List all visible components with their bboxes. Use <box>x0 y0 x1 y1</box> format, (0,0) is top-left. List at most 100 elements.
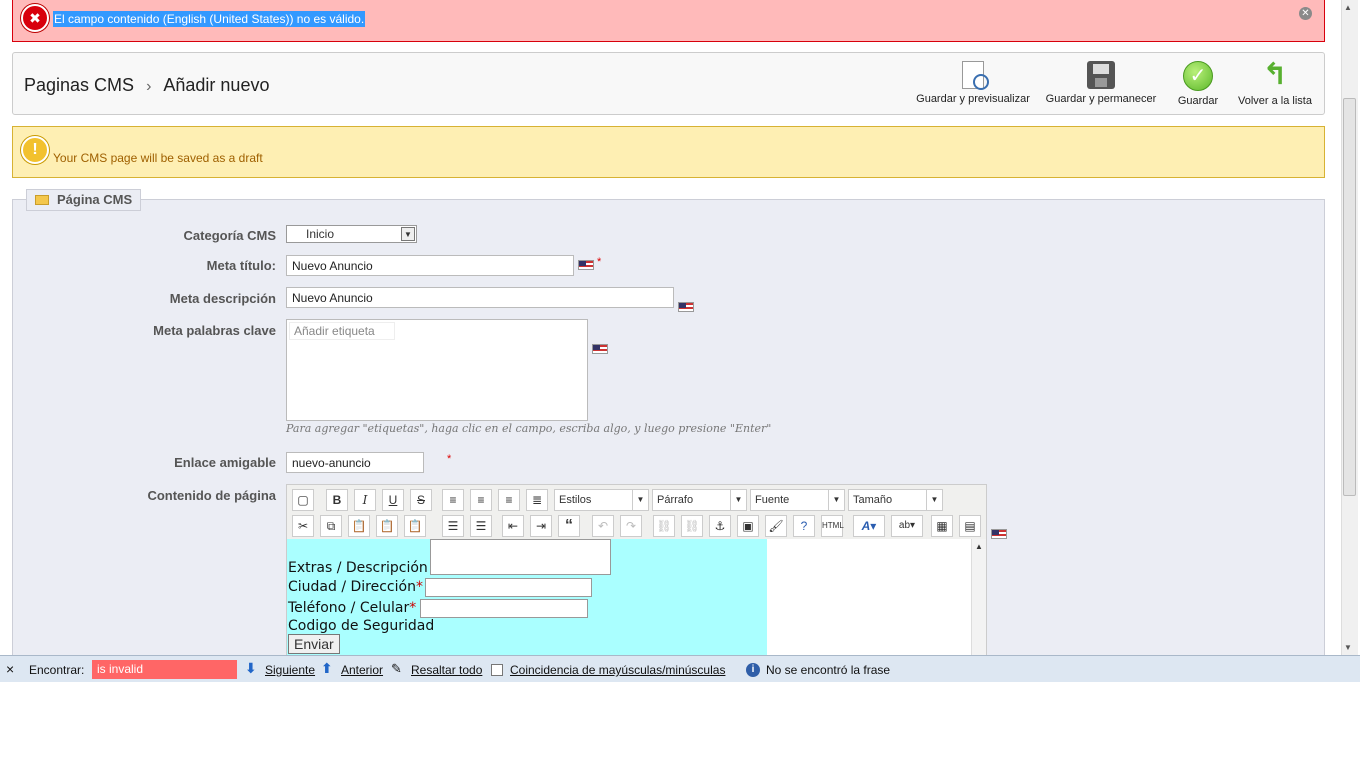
size-select[interactable]: Tamaño ▼ <box>848 489 943 511</box>
chevron-down-icon[interactable]: ▼ <box>1344 643 1352 652</box>
meta-keywords-label: Meta palabras clave <box>153 323 276 338</box>
page-scrollbar-thumb[interactable] <box>1343 98 1356 496</box>
undo-icon[interactable]: ↶ <box>592 515 614 537</box>
chevron-up-icon[interactable]: ▲ <box>1344 3 1352 12</box>
us-flag-icon[interactable] <box>991 529 1007 539</box>
category-select[interactable]: Inicio ▼ <box>286 225 417 243</box>
save-preview-label: Guardar y previsualizar <box>916 93 1030 105</box>
cleanup-icon[interactable]: 🖌 <box>765 515 787 537</box>
align-left-icon[interactable]: ≡ <box>442 489 464 511</box>
find-input[interactable]: is invalid <box>92 660 237 679</box>
align-justify-icon[interactable]: ≣ <box>526 489 548 511</box>
blockquote-icon[interactable]: “ <box>558 515 580 537</box>
strikethrough-icon[interactable]: S <box>410 489 432 511</box>
meta-description-input[interactable]: Nuevo Anuncio <box>286 287 674 308</box>
chevron-right-icon: › <box>146 78 152 95</box>
error-bar: ✖ El campo contenido (English (United St… <box>12 0 1325 42</box>
font-value: Fuente <box>755 494 790 506</box>
friendly-url-label: Enlace amigable <box>174 455 276 470</box>
anchor-icon[interactable]: ⚓ <box>709 515 731 537</box>
city-input[interactable] <box>425 578 592 597</box>
us-flag-icon[interactable] <box>678 302 694 312</box>
html-source-icon[interactable]: HTML <box>821 515 844 537</box>
find-next-button[interactable]: Siguiente <box>265 663 315 677</box>
image-icon[interactable]: ▣ <box>737 515 759 537</box>
breadcrumb-current: Añadir nuevo <box>163 75 270 95</box>
submit-button[interactable]: Enviar <box>288 634 340 654</box>
breadcrumb-parent[interactable]: Paginas CMS <box>24 75 134 95</box>
tags-input[interactable]: Añadir etiqueta <box>289 322 395 340</box>
city-label: Ciudad / Dirección* <box>288 579 423 595</box>
styles-select[interactable]: Estilos ▼ <box>554 489 649 511</box>
meta-keywords-tags-box[interactable]: Añadir etiqueta <box>286 319 588 421</box>
arrow-down-icon: ⬇ <box>245 660 257 676</box>
match-case-label[interactable]: Coincidencia de mayúsculas/minúsculas <box>510 663 725 677</box>
unlink-icon[interactable]: ⛓ <box>681 515 703 537</box>
align-center-icon[interactable]: ≡ <box>470 489 492 511</box>
required-mark: * <box>409 600 417 616</box>
outdent-icon[interactable]: ⇤ <box>502 515 524 537</box>
italic-icon[interactable]: I <box>354 489 376 511</box>
highlight-color-icon[interactable]: ab▾ <box>891 515 923 537</box>
underline-icon[interactable]: U <box>382 489 404 511</box>
check-icon: ✓ <box>1183 61 1213 91</box>
security-code-label: Codigo de Seguridad <box>288 618 435 634</box>
back-to-list-label: Volver a la lista <box>1238 95 1312 107</box>
media-icon[interactable]: ▦ <box>931 515 953 537</box>
info-icon: i <box>746 663 760 677</box>
cut-icon[interactable]: ✂ <box>292 515 314 537</box>
fieldset-legend: Página CMS <box>26 189 142 211</box>
font-select[interactable]: Fuente ▼ <box>750 489 845 511</box>
content-form-block: Extras / Descripción Ciudad / Dirección*… <box>287 539 767 660</box>
back-to-list-button[interactable]: ↰ Volver a la lista <box>1235 60 1315 108</box>
arrow-up-icon: ⬆ <box>321 660 333 676</box>
close-icon[interactable]: ✕ <box>1299 7 1312 20</box>
editor-content-area[interactable]: Extras / Descripción Ciudad / Dirección*… <box>287 539 971 660</box>
save-button[interactable]: ✓ Guardar <box>1171 61 1225 107</box>
paste-word-icon[interactable]: 📋 <box>404 515 426 537</box>
close-icon[interactable]: × <box>6 661 14 677</box>
chevron-down-icon: ▼ <box>828 490 844 510</box>
warning-message: Your CMS page will be saved as a draft <box>53 151 263 165</box>
highlight-all-button[interactable]: Resaltar todo <box>411 663 482 677</box>
text-color-icon[interactable]: A▾ <box>853 515 885 537</box>
highlighter-icon: ✎ <box>391 661 402 676</box>
match-case-checkbox[interactable] <box>491 664 503 676</box>
numbered-list-icon[interactable]: ☰ <box>470 515 492 537</box>
bullet-list-icon[interactable]: ☰ <box>442 515 464 537</box>
extras-textarea[interactable] <box>430 539 611 575</box>
paste-text-icon[interactable]: 📋 <box>376 515 398 537</box>
paste-icon[interactable]: 📋 <box>348 515 370 537</box>
chevron-down-icon: ▼ <box>401 227 415 241</box>
page-header-toolbar: Paginas CMS › Añadir nuevo Guardar y previ… <box>12 52 1325 115</box>
styles-value: Estilos <box>559 494 592 506</box>
chevron-up-icon[interactable]: ▲ <box>972 542 986 551</box>
link-icon[interactable]: ⛓ <box>653 515 675 537</box>
bold-icon[interactable]: B <box>326 489 348 511</box>
save-stay-button[interactable]: Guardar y permanecer <box>1043 61 1159 105</box>
save-preview-button[interactable]: Guardar y previsualizar <box>913 61 1033 105</box>
city-label-text: Ciudad / Dirección <box>288 579 416 595</box>
find-label: Encontrar: <box>29 663 85 677</box>
chevron-down-icon: ▼ <box>926 490 942 510</box>
editor-scrollbar[interactable]: ▲ <box>971 539 986 660</box>
align-right-icon[interactable]: ≡ <box>498 489 520 511</box>
template-icon[interactable]: ▤ <box>959 515 981 537</box>
us-flag-icon[interactable] <box>578 260 594 270</box>
format-select[interactable]: Párrafo ▼ <box>652 489 747 511</box>
indent-icon[interactable]: ⇥ <box>530 515 552 537</box>
friendly-url-input[interactable]: nuevo-anuncio <box>286 452 424 473</box>
new-document-icon[interactable]: ▢ <box>292 489 314 511</box>
find-previous-button[interactable]: Anterior <box>341 663 383 677</box>
floppy-disk-icon <box>1087 61 1115 89</box>
meta-description-label: Meta descripción <box>169 291 276 306</box>
save-stay-label: Guardar y permanecer <box>1045 93 1157 105</box>
redo-icon[interactable]: ↷ <box>620 515 642 537</box>
us-flag-icon[interactable] <box>592 344 608 354</box>
copy-icon[interactable]: ⧉ <box>320 515 342 537</box>
help-icon[interactable]: ? <box>793 515 815 537</box>
save-label: Guardar <box>1177 95 1219 107</box>
preview-icon <box>962 61 989 90</box>
meta-title-input[interactable]: Nuevo Anuncio <box>286 255 574 276</box>
phone-input[interactable] <box>420 599 588 618</box>
